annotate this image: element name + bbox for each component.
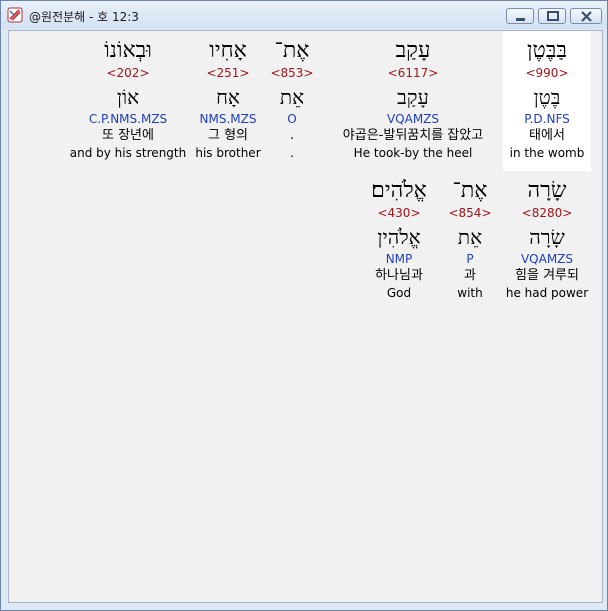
strong-number: <8280> <box>521 206 573 220</box>
lemma: שָׂרָה <box>529 225 565 249</box>
lemma: אֵת <box>457 225 483 249</box>
parsing-code: NMP <box>385 252 413 266</box>
word-card[interactable]: אֶת־ <854> אֵת P 과 with <box>445 175 495 315</box>
english-gloss: . <box>290 146 294 160</box>
lemma: אָח <box>216 85 240 109</box>
strong-number: <990> <box>525 66 569 80</box>
korean-gloss: 그 형의 <box>207 128 248 143</box>
word-card[interactable]: עָקַב <6117> עָקַב VQAMZS 야곱은-발뒤꿈치를 잡았고 … <box>323 31 503 171</box>
strong-number: <853> <box>270 66 314 80</box>
word-card[interactable]: אָחִיו <251> אָח NMS.MZS 그 형의 his brothe… <box>191 31 265 171</box>
word-card[interactable]: וּבְאוֹנוֹ <202> אוֹן C.P.NMS.MZS 또 장년에 … <box>69 31 187 171</box>
parsing-code: VQAMZS <box>520 252 574 266</box>
strong-number: <202> <box>106 66 150 80</box>
close-icon <box>581 11 592 22</box>
korean-gloss: 태에서 <box>529 128 565 143</box>
english-gloss: and by his strength <box>69 146 187 160</box>
parsing-code: O <box>287 112 297 126</box>
strong-number: <430> <box>377 206 421 220</box>
hebrew-word: עָקַב <box>395 38 431 63</box>
lemma: אֱלֹהִין <box>377 225 421 249</box>
close-button[interactable] <box>570 8 602 24</box>
english-gloss: with <box>457 286 483 300</box>
hebrew-word: בַּבֶּטֶן <box>526 38 568 63</box>
korean-gloss: 또 장년에 <box>102 128 154 143</box>
hebrew-word: אֱלֹהִים׃ <box>371 178 427 203</box>
english-gloss: his brother <box>195 146 261 160</box>
parsing-code: P <box>466 252 474 266</box>
word-card[interactable]: שָׂרָה <8280> שָׂרָה VQAMZS 힘을 겨루되 he ha… <box>503 175 591 315</box>
korean-gloss: . <box>289 128 295 143</box>
hebrew-word: אָחִיו <box>209 38 247 63</box>
app-window: @원전분해 - 호 12:3 בַּבֶּטֶן <990> בֶּטֶן P.… <box>0 0 608 611</box>
parsing-code: NMS.MZS <box>199 112 257 126</box>
word-card[interactable]: אֱלֹהִים׃ <430> אֱלֹהִין NMP 하나님과 God <box>359 175 439 315</box>
word-card[interactable]: אֶת־ <853> אֵת O . . <box>267 31 317 171</box>
english-gloss: he had power <box>505 286 589 300</box>
maximize-button[interactable] <box>538 8 566 24</box>
lemma: אוֹן <box>116 85 140 109</box>
english-gloss: in the womb <box>509 146 585 160</box>
word-card[interactable]: בַּבֶּטֶן <990> בֶּטֶן P.D.NFS 태에서 in th… <box>503 31 591 171</box>
hebrew-word: וּבְאוֹנוֹ <box>104 38 152 63</box>
maximize-icon <box>547 11 559 21</box>
english-gloss: God <box>386 286 412 300</box>
strong-number: <6117> <box>387 66 439 80</box>
strong-number: <854> <box>448 206 492 220</box>
title-bar[interactable]: @원전분해 - 호 12:3 <box>1 1 607 29</box>
window-title: @원전분해 - 호 12:3 <box>29 10 139 24</box>
korean-gloss: 과 <box>464 268 476 283</box>
lemma: עָקַב <box>397 85 429 109</box>
korean-gloss: 힘을 겨루되 <box>515 268 579 283</box>
analysis-panel: בַּבֶּטֶן <990> בֶּטֶן P.D.NFS 태에서 in th… <box>8 30 603 603</box>
korean-gloss: 하나님과 <box>375 268 423 283</box>
english-gloss: He took-by the heel <box>353 146 473 160</box>
parsing-code: P.D.NFS <box>524 112 570 126</box>
minimize-button[interactable] <box>506 8 534 24</box>
minimize-icon <box>516 18 525 21</box>
hebrew-word: אֶת־ <box>452 178 488 203</box>
korean-gloss: 야곱은-발뒤꿈치를 잡았고 <box>342 128 484 143</box>
hebrew-word: שָׂרָה <box>527 178 567 203</box>
parsing-code: VQAMZS <box>386 112 440 126</box>
parsing-code: C.P.NMS.MZS <box>88 112 168 126</box>
lemma: אֵת <box>279 85 305 109</box>
app-icon <box>7 7 23 23</box>
hebrew-word: אֶת־ <box>274 38 310 63</box>
lemma: בֶּטֶן <box>533 85 561 109</box>
strong-number: <251> <box>206 66 250 80</box>
